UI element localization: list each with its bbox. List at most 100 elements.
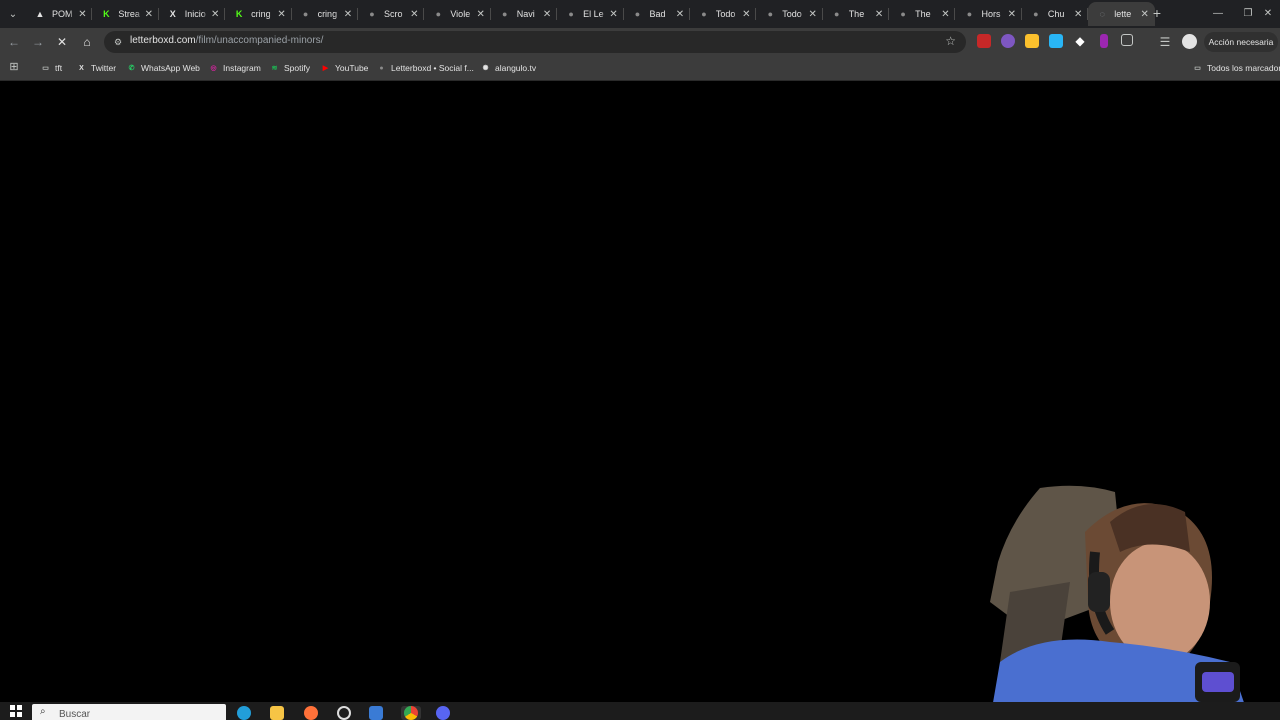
letterboxd-icon: ● (767, 9, 774, 19)
url-host: letterboxd.com (130, 35, 196, 46)
close-tab-icon[interactable]: ✕ (873, 9, 885, 20)
close-tab-icon[interactable]: ✕ (608, 9, 620, 20)
tab[interactable]: ● Scro ✕ (358, 2, 425, 26)
bookmark-item[interactable]: ✺ alangulo.tv (480, 61, 537, 75)
tab[interactable]: ▲ POM ✕ (26, 2, 93, 26)
close-tab-icon[interactable]: ✕ (76, 9, 88, 20)
url-text[interactable]: letterboxd.com/film/unaccompanied-minors… (130, 35, 323, 46)
close-tab-icon[interactable]: ✕ (408, 9, 420, 20)
stop-loading-icon[interactable]: ✕ (53, 33, 71, 51)
new-tab-button[interactable]: + (1150, 6, 1164, 20)
restore-icon[interactable]: ❐ (1238, 4, 1258, 22)
tab-title: Inicio (184, 9, 206, 19)
site-info-icon[interactable]: ⚙ (112, 36, 124, 48)
all-bookmarks-folder[interactable]: ▭ Todos los marcadores (1192, 61, 1280, 75)
forward-icon[interactable]: → (29, 33, 47, 51)
kick-icon: K (235, 9, 243, 19)
bookmark-label: Spotify (284, 63, 310, 73)
letterboxd-icon: ● (369, 9, 375, 19)
microphone-light (1202, 672, 1234, 692)
close-tab-icon[interactable]: ✕ (541, 9, 553, 20)
tab[interactable]: ● Todo ✕ (756, 2, 824, 26)
taskbar-search-box[interactable]: ⌕ Buscar (32, 704, 226, 720)
bookmark-star-icon[interactable]: ☆ (945, 34, 956, 48)
close-tab-icon[interactable]: ✕ (1072, 9, 1084, 20)
tab[interactable]: ● El Le ✕ (557, 2, 624, 26)
close-tab-icon[interactable]: ✕ (1006, 9, 1018, 20)
tab-title: Viole (450, 9, 471, 19)
firefox-icon[interactable] (304, 706, 318, 720)
back-icon[interactable]: ← (5, 33, 23, 51)
bookmark-item[interactable]: ● Letterboxd • Social f... (376, 61, 473, 75)
tab[interactable]: Kcring ✕ (225, 2, 292, 26)
tab[interactable]: ● The ✕ (823, 2, 890, 26)
minimize-icon[interactable]: — (1208, 4, 1228, 22)
telegram-icon[interactable] (237, 706, 251, 720)
reading-list-icon[interactable]: ☰ (1156, 33, 1174, 51)
chrome-icon (404, 706, 418, 720)
close-tab-icon[interactable]: ✕ (276, 9, 288, 20)
close-tab-icon[interactable]: ✕ (475, 9, 487, 20)
tab-active[interactable]: ◌ lette ✕ (1088, 2, 1155, 26)
tab[interactable]: ● Hors ✕ (955, 2, 1023, 26)
youtube-icon: ▶ (322, 65, 329, 72)
tab[interactable]: ● Todo ✕ (690, 2, 757, 26)
folder-icon: ▭ (42, 65, 49, 72)
tab-title: Hors (981, 9, 1001, 19)
chrome-taskbar-button[interactable] (401, 706, 421, 720)
windows-start-icon[interactable] (10, 705, 22, 717)
extension-icon[interactable] (1100, 34, 1108, 48)
apps-grid-icon[interactable]: ⊞ (8, 61, 20, 73)
tab-list: ▲ POM ✕ K Strea ✕ X Inicio ✕ Kcring ✕ ● cring ✕ ● Scro ✕… (26, 2, 1155, 28)
extension-icon[interactable] (1001, 34, 1015, 48)
letterboxd-icon: ● (634, 9, 641, 19)
tab-title: The (848, 9, 865, 19)
app-icon[interactable] (369, 706, 383, 720)
letterboxd-icon: ● (302, 9, 309, 19)
tab-title: Navi (516, 9, 535, 19)
tab[interactable]: ● Bad ✕ (624, 2, 691, 26)
extension-badge-icon[interactable] (977, 34, 991, 48)
profile-avatar[interactable] (1182, 34, 1197, 49)
extension-icon[interactable] (1025, 34, 1039, 48)
close-tab-icon[interactable]: ✕ (807, 9, 819, 20)
close-tab-icon[interactable]: ✕ (674, 9, 686, 20)
extensions-puzzle-icon[interactable] (1121, 34, 1133, 46)
file-explorer-icon[interactable] (270, 706, 284, 720)
bookmark-item[interactable]: ≋ Spotify (269, 61, 310, 75)
tab[interactable]: ● Navi ✕ (491, 2, 558, 26)
home-icon[interactable]: ⌂ (78, 33, 96, 51)
tab-title: cring (251, 9, 271, 19)
tab[interactable]: ● cring ✕ (292, 2, 359, 26)
tab[interactable]: ● The ✕ (889, 2, 956, 26)
close-window-icon[interactable]: ✕ (1258, 4, 1278, 22)
bookmark-item[interactable]: ◎ Instagram (208, 61, 260, 75)
tab[interactable]: ● Viole ✕ (424, 2, 492, 26)
bookmark-item[interactable]: X Twitter (76, 61, 116, 75)
close-tab-icon[interactable]: ✕ (1139, 9, 1151, 20)
tab[interactable]: X Inicio ✕ (159, 2, 226, 26)
close-tab-icon[interactable]: ✕ (740, 9, 752, 20)
close-tab-icon[interactable]: ✕ (342, 9, 354, 20)
bookmark-item[interactable]: ▶ YouTube (320, 61, 369, 75)
taskbar-search-placeholder: Buscar (59, 709, 91, 720)
tab[interactable]: ● Chu ✕ (1022, 2, 1089, 26)
action-needed-button[interactable]: Acción necesaria (1204, 32, 1278, 52)
letterboxd-icon: ● (900, 9, 906, 19)
tab[interactable]: K Strea ✕ (92, 2, 160, 26)
bookmark-item[interactable]: ✆ WhatsApp Web (126, 61, 200, 75)
discord-icon[interactable] (436, 706, 450, 720)
close-tab-icon[interactable]: ✕ (143, 9, 155, 20)
bookmark-item[interactable]: ▭ tft (40, 61, 62, 75)
url-path: /film/unaccompanied-minors/ (195, 35, 324, 46)
extension-icon[interactable] (1049, 34, 1063, 48)
close-tab-icon[interactable]: ✕ (209, 9, 221, 20)
extension-icon[interactable]: ◆ (1073, 34, 1087, 48)
tab-search-chevron-icon[interactable]: ⌄ (4, 5, 22, 23)
bookmark-label: Twitter (91, 63, 117, 73)
obs-icon[interactable] (337, 706, 351, 720)
tab-title: El Le (583, 9, 604, 19)
close-tab-icon[interactable]: ✕ (939, 9, 951, 20)
address-bar[interactable]: ⚙ letterboxd.com/film/unaccompanied-mino… (104, 31, 966, 53)
letterboxd-icon: ● (833, 9, 840, 19)
